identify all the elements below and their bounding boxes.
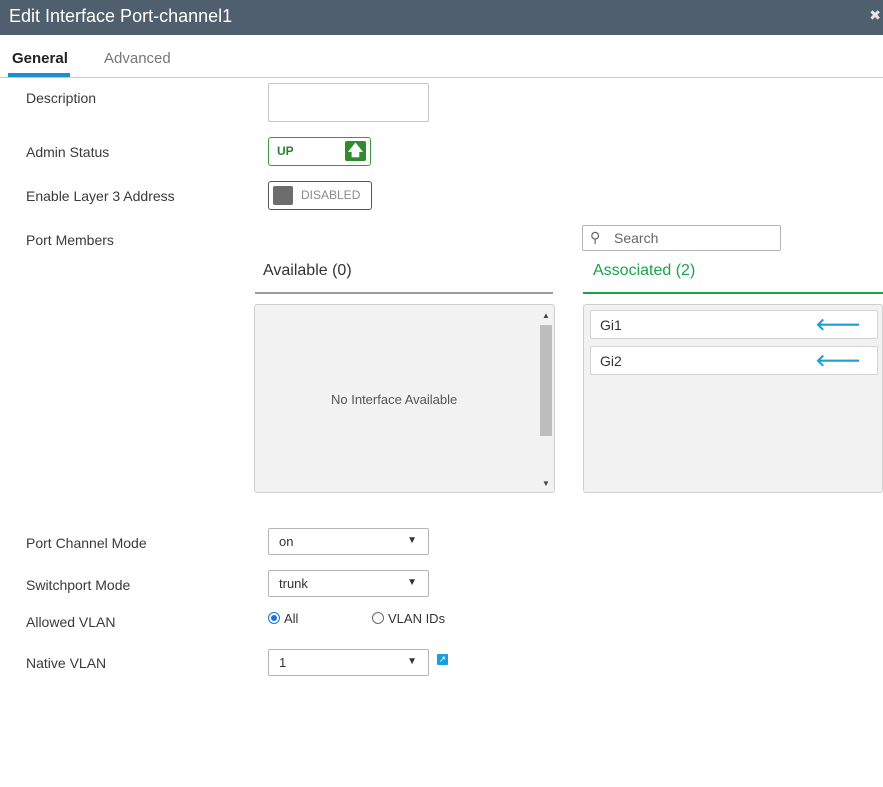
active-tab-indicator [8,73,70,77]
select-value: 1 [279,655,287,670]
radio-unselected-icon[interactable] [372,612,384,624]
scroll-up-icon[interactable]: ▲ [542,311,550,320]
description-label: Description [26,90,97,106]
radio-vlan-ids[interactable]: VLAN IDs [372,611,445,626]
switchport-mode-select[interactable]: trunk ▼ [268,570,429,597]
available-scrollbar[interactable]: ▲ ▼ [539,308,552,491]
search-input[interactable] [612,228,772,248]
caret-down-icon: ▼ [407,535,417,546]
admin-status-toggle[interactable]: UP 🡅 [268,137,371,166]
tab-bar: General Advanced [0,35,883,78]
radio-all-label: All [284,611,299,626]
associated-list: Gi1 🡐 Gi2 🡐 [583,304,883,493]
port-search-box: ⚲ [582,225,781,251]
member-name: Gi2 [600,353,622,369]
switchport-mode-label: Switchport Mode [26,577,131,593]
close-icon[interactable]: ✖ [869,7,881,24]
native-vlan-select[interactable]: 1 ▼ [268,649,429,676]
port-channel-mode-select[interactable]: on ▼ [268,528,429,555]
tab-advanced[interactable]: Advanced [104,50,171,67]
arrow-left-icon[interactable]: 🡐 [815,351,861,371]
arrow-up-icon: 🡅 [345,141,366,161]
external-link-icon[interactable]: ↗ [437,654,448,665]
radio-all[interactable]: All [268,611,298,626]
scroll-thumb[interactable] [540,325,552,436]
search-icon: ⚲ [590,229,601,245]
empty-message: No Interface Available [331,392,458,407]
radio-vlan-ids-label: VLAN IDs [388,611,446,626]
arrow-left-icon[interactable]: 🡐 [815,315,861,335]
admin-status-value: UP [277,144,294,158]
layer3-value: DISABLED [301,188,361,202]
admin-status-label: Admin Status [26,144,110,160]
available-heading: Available (0) [263,262,352,279]
select-value: on [279,534,294,549]
layer3-toggle[interactable]: DISABLED [268,181,372,210]
layer3-label: Enable Layer 3 Address [26,188,175,204]
port-members-label: Port Members [26,232,114,248]
select-value: trunk [279,576,308,591]
dialog-titlebar: Edit Interface Port-channel1 ✖ [0,0,883,35]
list-item: Gi1 🡐 [590,310,878,339]
description-input[interactable] [268,83,429,122]
dialog-title: Edit Interface Port-channel1 [9,6,233,26]
caret-down-icon: ▼ [407,656,417,667]
available-divider [255,292,553,294]
tab-general[interactable]: General [12,50,68,67]
member-name: Gi1 [600,317,622,333]
scroll-down-icon[interactable]: ▼ [542,479,550,488]
radio-selected-icon[interactable] [268,612,280,624]
allowed-vlan-label: Allowed VLAN [26,614,116,630]
associated-heading: Associated (2) [593,262,696,279]
port-channel-mode-label: Port Channel Mode [26,535,147,551]
native-vlan-label: Native VLAN [26,655,107,671]
associated-divider [583,292,883,294]
list-item: Gi2 🡐 [590,346,878,375]
caret-down-icon: ▼ [407,577,417,588]
available-list: No Interface Available ▲ ▼ [254,304,555,493]
toggle-knob [273,186,293,205]
